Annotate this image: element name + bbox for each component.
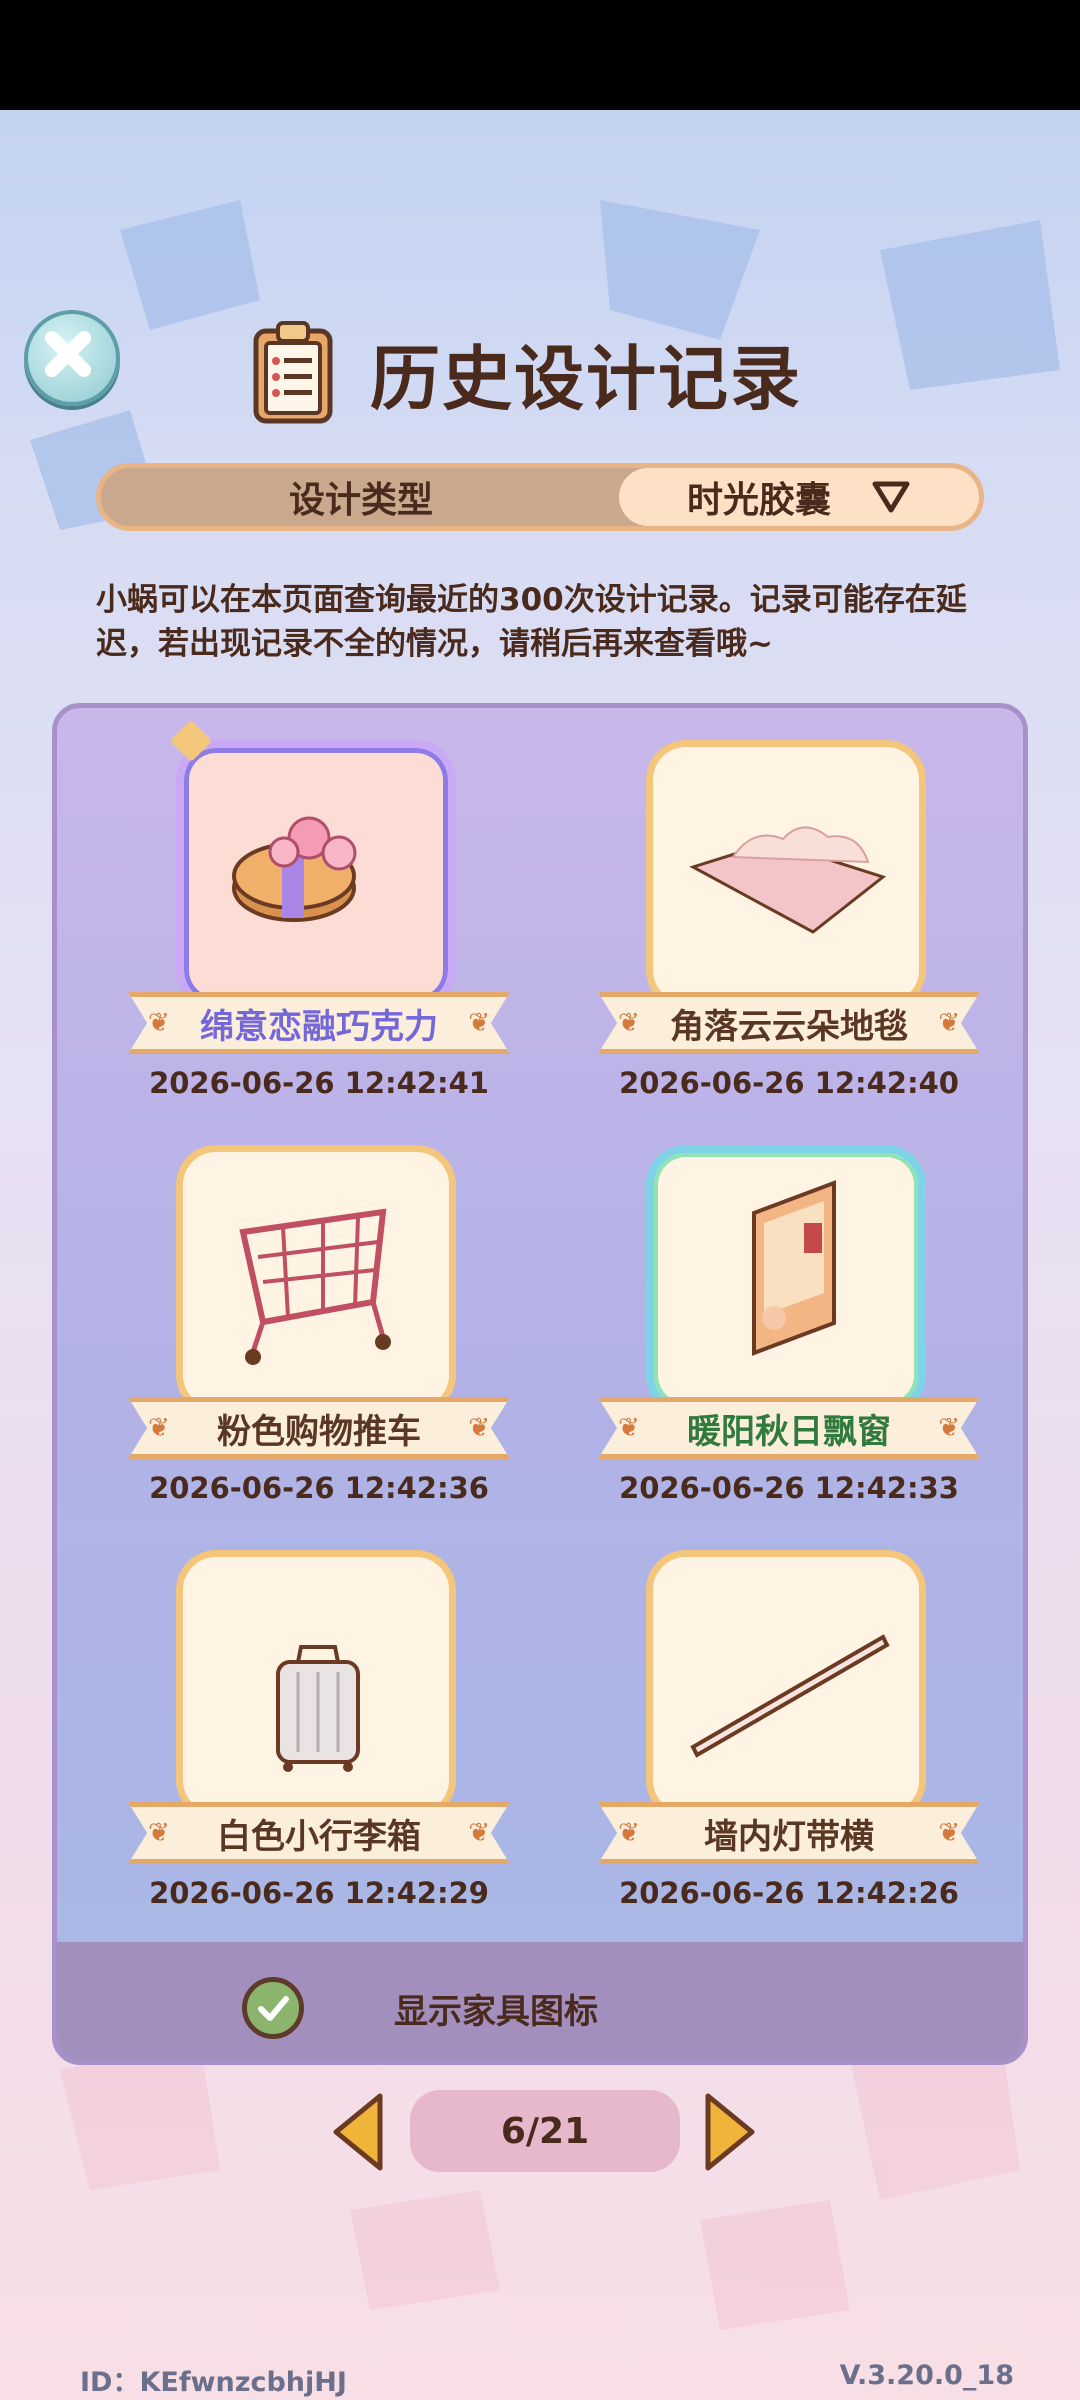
record-card [646,1550,926,1820]
clipboard-icon [253,321,333,424]
show-furniture-icon-toggle[interactable]: 显示家具图标 [242,1970,802,2046]
record-time: 2026-06-26 12:42:33 [619,1471,959,1505]
record-card [646,1145,926,1415]
tab-bar: 设计类型 时光胶囊 [96,463,984,531]
record-time: 2026-06-26 12:42:26 [619,1876,959,1910]
record-item[interactable]: ❦ ❦ 暖阳秋日飘窗 2026-06-26 12:42:33 [594,1145,984,1545]
record-name: 粉色购物推车 [217,1411,421,1452]
next-page-button[interactable] [700,2090,760,2174]
record-name: 角落云云朵地毯 [670,1006,908,1047]
record-name: 绵意恋融巧克力 [200,1006,438,1047]
page-indicator: 6/21 [410,2090,680,2172]
record-time: 2026-06-26 12:42:29 [149,1876,489,1910]
chocolate-icon [232,816,357,922]
record-name: 墙内灯带横 [704,1816,874,1857]
page-title: 历史设计记录 [370,337,802,420]
status-bar [0,0,1080,110]
record-item[interactable]: ❦ ❦ 粉色购物推车 2026-06-26 12:42:36 [124,1145,514,1545]
bay-window-icon [752,1180,836,1356]
record-item[interactable]: ❦ ❦ 绵意恋融巧克力 2026-06-26 12:42:41 [124,719,514,1140]
record-time: 2026-06-26 12:42:40 [619,1066,959,1100]
record-name: 白色小行李箱 [217,1816,421,1857]
prev-page-button[interactable] [328,2090,388,2174]
record-time: 2026-06-26 12:42:36 [149,1471,489,1505]
version-label: V.3.20.0_18 [839,2360,1014,2391]
record-time: 2026-06-26 12:42:41 [149,1066,489,1100]
tab-time-capsule[interactable]: 时光胶囊 [619,468,979,526]
record-item[interactable]: ❦ ❦ 白色小行李箱 2026-06-26 12:42:29 [124,1550,514,1950]
description-text: 小蜗可以在本页面查询最近的300次设计记录。记录可能存在延迟，若出现记录不全的情… [96,582,967,662]
triangle-down-icon [872,481,910,513]
record-item[interactable]: ❦ ❦ 墙内灯带横 2026-06-26 12:42:26 [594,1550,984,1950]
header: 历史设计记录 [250,318,802,428]
light-strip-icon [690,1634,890,1758]
toggle-label: 显示家具图标 [394,1991,598,2032]
suitcase-icon [276,1645,360,1772]
check-icon [258,1996,289,2021]
record-card [646,740,926,1010]
tab-time-capsule-label: 时光胶囊 [686,480,831,521]
close-button[interactable] [24,310,120,406]
user-id: ID：KEfwnzcbhjHJ [80,2367,347,2398]
tab-design-type[interactable]: 设计类型 [101,468,621,526]
shopping-cart-icon [239,1208,391,1365]
record-item[interactable]: ❦ ❦ 角落云云朵地毯 2026-06-26 12:42:40 [594,740,984,1140]
checkbox[interactable] [242,1977,304,2039]
cloud-rug-icon [689,826,887,934]
record-card [176,1550,456,1820]
close-icon [45,331,91,377]
record-card [176,740,456,1010]
record-card [176,1145,456,1415]
record-name: 暖阳秋日飘窗 [687,1411,891,1452]
